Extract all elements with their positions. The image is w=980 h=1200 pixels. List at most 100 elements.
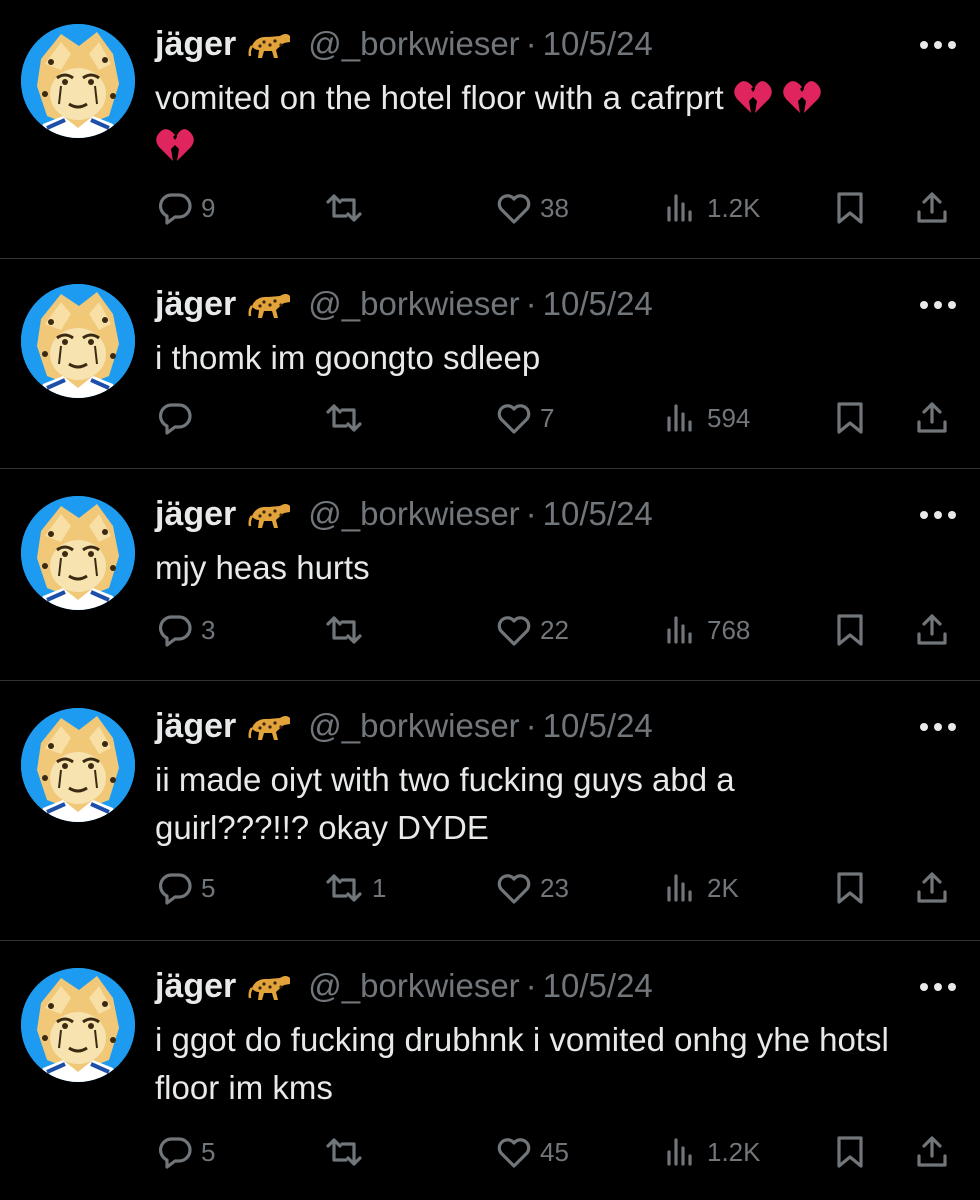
cheetah-emoji-icon xyxy=(248,288,294,320)
views-count: 2K xyxy=(707,872,739,903)
broken-heart-icon xyxy=(782,79,822,116)
display-name[interactable]: jäger xyxy=(155,967,236,1006)
tweet[interactable]: jäger @_borkwieser · 10/5/24 mjy heas hu… xyxy=(0,470,980,678)
bookmark-icon xyxy=(837,402,863,434)
views-button[interactable]: 1.2K xyxy=(663,186,761,230)
avatar[interactable] xyxy=(21,24,135,138)
bookmark-button[interactable] xyxy=(832,1130,868,1174)
retweet-button[interactable] xyxy=(324,608,372,652)
share-button[interactable] xyxy=(914,186,950,230)
heart-icon xyxy=(497,404,531,434)
action-bar: 7 594 xyxy=(0,396,980,440)
timestamp[interactable]: 10/5/24 xyxy=(543,967,653,1005)
retweet-icon xyxy=(326,874,362,902)
display-name[interactable]: jäger xyxy=(155,25,236,64)
share-icon xyxy=(917,614,947,645)
reply-icon xyxy=(158,615,192,647)
handle[interactable]: @_borkwieser xyxy=(308,285,519,323)
divider xyxy=(0,680,980,681)
cheetah-emoji-icon xyxy=(248,498,294,530)
retweet-button[interactable]: 1 xyxy=(324,866,386,910)
cheetah-emoji-icon xyxy=(248,28,294,60)
tweet[interactable]: jäger @_borkwieser · 10/5/24 ii made oiy… xyxy=(0,682,980,940)
reply-icon xyxy=(158,1137,192,1169)
timestamp[interactable]: 10/5/24 xyxy=(543,25,653,63)
reply-count: 3 xyxy=(201,614,216,645)
action-bar: 3 22 768 xyxy=(0,608,980,652)
like-count: 38 xyxy=(540,192,569,223)
retweet-icon xyxy=(326,1138,362,1166)
separator: · xyxy=(525,25,537,62)
reply-icon xyxy=(158,403,192,435)
heart-icon xyxy=(497,874,531,904)
share-button[interactable] xyxy=(914,396,950,440)
tweet-header: jäger @_borkwieser · 10/5/24 xyxy=(155,22,653,66)
avatar[interactable] xyxy=(21,708,135,822)
separator: · xyxy=(525,285,537,322)
display-name[interactable]: jäger xyxy=(155,707,236,746)
more-options-icon[interactable] xyxy=(918,508,958,520)
handle[interactable]: @_borkwieser xyxy=(308,495,519,533)
reply-count: 5 xyxy=(201,1136,216,1167)
divider xyxy=(0,258,980,259)
bookmark-button[interactable] xyxy=(832,866,868,910)
avatar[interactable] xyxy=(21,968,135,1082)
like-button[interactable]: 23 xyxy=(496,866,569,910)
share-button[interactable] xyxy=(914,1130,950,1174)
views-button[interactable]: 768 xyxy=(663,608,750,652)
reply-button[interactable] xyxy=(157,396,201,440)
tweet-header: jäger @_borkwieser · 10/5/24 xyxy=(155,704,653,748)
retweet-button[interactable] xyxy=(324,1130,372,1174)
separator: · xyxy=(525,967,537,1004)
handle[interactable]: @_borkwieser xyxy=(308,25,519,63)
retweet-count: 1 xyxy=(372,872,387,903)
bookmark-button[interactable] xyxy=(832,396,868,440)
views-button[interactable]: 2K xyxy=(663,866,739,910)
handle[interactable]: @_borkwieser xyxy=(308,967,519,1005)
timestamp[interactable]: 10/5/24 xyxy=(543,707,653,745)
bookmark-button[interactable] xyxy=(832,186,868,230)
retweet-icon xyxy=(326,616,362,644)
share-icon xyxy=(917,192,947,223)
views-icon xyxy=(667,1138,692,1166)
tweet[interactable]: jäger @_borkwieser · 10/5/24 i ggot do f… xyxy=(0,942,980,1200)
views-button[interactable]: 594 xyxy=(663,396,750,440)
bookmark-icon xyxy=(837,614,863,646)
share-button[interactable] xyxy=(914,608,950,652)
like-count: 23 xyxy=(540,872,569,903)
timestamp[interactable]: 10/5/24 xyxy=(543,285,653,323)
more-options-icon[interactable] xyxy=(918,980,958,992)
timestamp[interactable]: 10/5/24 xyxy=(543,495,653,533)
avatar[interactable] xyxy=(21,284,135,398)
heart-icon xyxy=(497,616,531,646)
handle[interactable]: @_borkwieser xyxy=(308,707,519,745)
reply-button[interactable]: 5 xyxy=(157,866,215,910)
share-button[interactable] xyxy=(914,866,950,910)
like-button[interactable]: 38 xyxy=(496,186,569,230)
divider xyxy=(0,468,980,469)
retweet-button[interactable] xyxy=(324,186,372,230)
retweet-icon xyxy=(326,194,362,222)
more-options-icon[interactable] xyxy=(918,38,958,50)
like-button[interactable]: 7 xyxy=(496,396,554,440)
like-button[interactable]: 22 xyxy=(496,608,569,652)
views-button[interactable]: 1.2K xyxy=(663,1130,761,1174)
action-bar: 9 38 1.2K xyxy=(0,186,980,230)
more-options-icon[interactable] xyxy=(918,298,958,310)
tweet[interactable]: jäger @_borkwieser · 10/5/24 i thomk im … xyxy=(0,260,980,468)
retweet-icon xyxy=(326,404,362,432)
retweet-button[interactable] xyxy=(324,396,372,440)
like-button[interactable]: 45 xyxy=(496,1130,569,1174)
display-name[interactable]: jäger xyxy=(155,285,236,324)
reply-button[interactable]: 9 xyxy=(157,186,215,230)
reply-button[interactable]: 5 xyxy=(157,1130,215,1174)
display-name[interactable]: jäger xyxy=(155,495,236,534)
reply-button[interactable]: 3 xyxy=(157,608,215,652)
tweet[interactable]: jäger @_borkwieser · 10/5/24 vomited on … xyxy=(0,0,980,258)
tweet-text-content: vomited on the hotel floor with a cafrpr… xyxy=(155,79,724,116)
bookmark-button[interactable] xyxy=(832,608,868,652)
bookmark-icon xyxy=(837,192,863,224)
reply-icon xyxy=(158,193,192,225)
more-options-icon[interactable] xyxy=(918,720,958,732)
avatar[interactable] xyxy=(21,496,135,610)
